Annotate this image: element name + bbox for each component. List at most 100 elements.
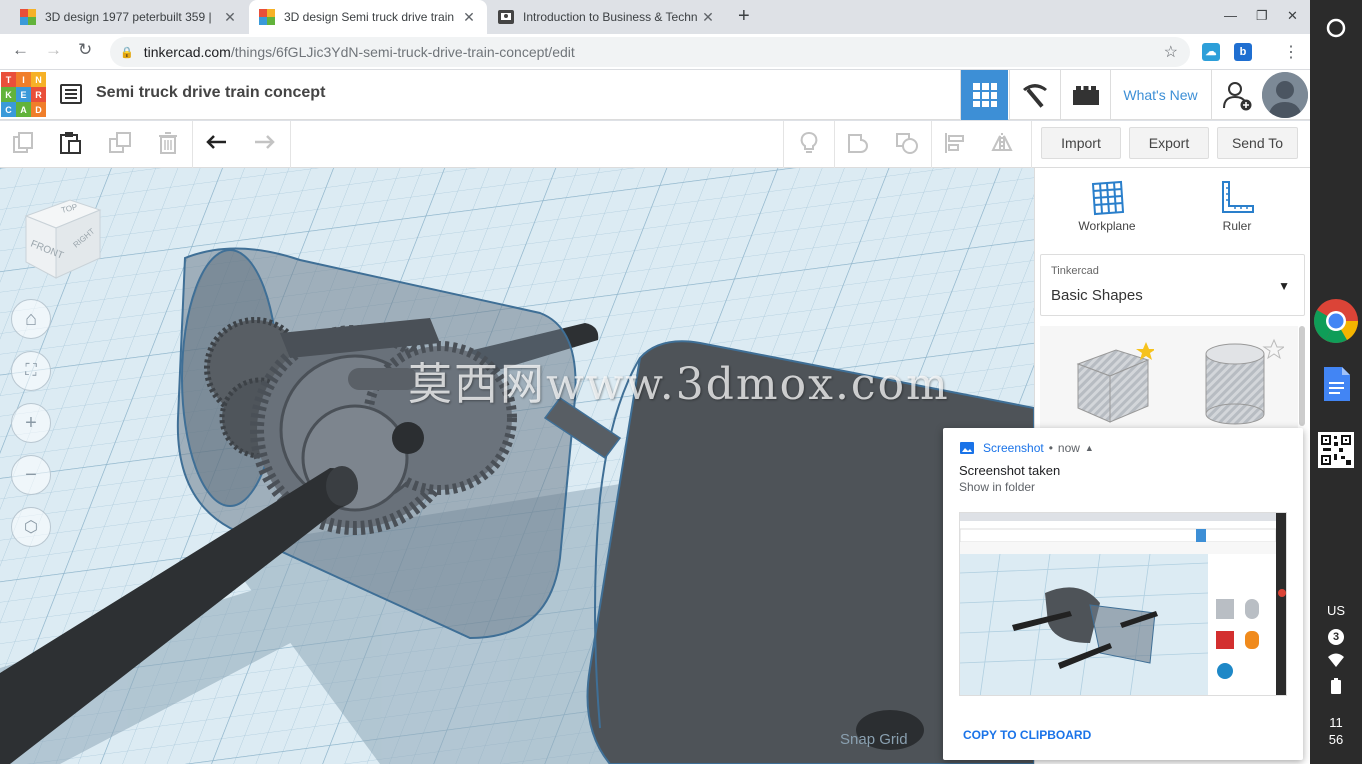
perspective-button[interactable]: ⬡	[11, 507, 51, 547]
extension-cloud-icon[interactable]: ☁	[1202, 43, 1220, 61]
library-source-label: Tinkercad	[1051, 265, 1099, 277]
lego-bricks-button[interactable]	[1060, 70, 1110, 120]
add-user-button[interactable]	[1211, 70, 1261, 120]
restore-icon[interactable]: ❐	[1256, 8, 1268, 24]
reload-icon[interactable]: ↻	[78, 40, 92, 60]
shape-cylinder[interactable]	[1198, 336, 1284, 428]
logo-letter: I	[16, 72, 31, 87]
clock-hour: 11	[1329, 715, 1343, 730]
watermark-text: 莫西网www.3dmox.com	[408, 359, 950, 410]
fit-view-button[interactable]: ⛶	[11, 351, 51, 391]
redo-icon[interactable]	[252, 131, 276, 155]
browser-menu-icon[interactable]: ⋮	[1283, 42, 1299, 62]
ungroup-icon[interactable]	[895, 131, 919, 155]
screenshot-notification[interactable]: Screenshot • now ▲ Screenshot taken Show…	[943, 428, 1303, 760]
whats-new-link[interactable]: What's New	[1110, 70, 1210, 120]
zoom-out-button[interactable]: −	[11, 455, 51, 495]
bookmark-star-icon[interactable]: ☆	[1164, 42, 1178, 62]
close-tab-icon[interactable]: ✕	[461, 9, 477, 26]
tinkercad-logo[interactable]: T I N K E R C A D	[1, 72, 46, 118]
cube-icon: ⬡	[24, 519, 38, 536]
forward-icon[interactable]: →	[45, 40, 62, 60]
shape-box[interactable]	[1070, 340, 1154, 430]
favorite-star-outline-icon[interactable]	[1262, 338, 1284, 360]
notification-count-badge[interactable]: 3	[1316, 628, 1356, 645]
address-bar-row: ← → ↻ 🔒 tinkercad.com /things/6fGLJic3Yd…	[0, 34, 1310, 70]
extension-b-icon[interactable]: b	[1234, 43, 1252, 61]
battery-icon[interactable]	[1316, 678, 1356, 697]
lightbulb-icon[interactable]	[797, 131, 821, 155]
workplane-viewport[interactable]: TOP FRONT RIGHT ⌂ ⛶ + − ⬡ 莫西网www.3dmox.c…	[0, 168, 1034, 764]
library-selected-value: Basic Shapes	[1051, 287, 1143, 304]
tab-strip: 3D design 1977 peterbuilt 359 | ✕ 3D des…	[0, 0, 1310, 34]
logo-letter: R	[31, 87, 46, 102]
profile-image	[1262, 72, 1308, 118]
design-title[interactable]: Semi truck drive train concept	[96, 84, 325, 102]
align-icon[interactable]	[943, 131, 967, 155]
toolbar-divider	[192, 121, 193, 168]
toolbar-divider	[834, 121, 835, 168]
close-tab-icon[interactable]: ✕	[700, 9, 716, 26]
show-in-folder-link[interactable]: Show in folder	[959, 480, 1035, 494]
scene-canvas[interactable]	[0, 168, 1034, 764]
toolbar-divider	[931, 121, 932, 168]
logo-letter: A	[16, 102, 31, 117]
export-button[interactable]: Export	[1129, 127, 1209, 159]
back-icon[interactable]: ←	[12, 40, 29, 60]
qr-code-app-icon[interactable]	[1318, 432, 1354, 468]
paste-icon[interactable]	[58, 131, 82, 155]
3d-view-grid-button[interactable]	[960, 70, 1008, 120]
clock-minute: 56	[1328, 732, 1344, 747]
ruler-tool[interactable]: Ruler	[1187, 180, 1287, 233]
copy-icon[interactable]	[11, 131, 35, 155]
screen: 3D design 1977 peterbuilt 359 | ✕ 3D des…	[0, 0, 1362, 764]
import-button[interactable]: Import	[1041, 127, 1121, 159]
toolbar-divider	[1031, 121, 1032, 168]
notification-app-name: Screenshot	[983, 441, 1044, 455]
workplane-tool[interactable]: Workplane	[1057, 180, 1157, 233]
view-cube[interactable]: TOP FRONT RIGHT	[22, 196, 104, 282]
new-tab-button[interactable]: +	[738, 5, 750, 28]
snap-grid-label: Snap Grid	[840, 731, 908, 748]
delete-icon[interactable]	[156, 131, 180, 155]
undo-icon[interactable]	[205, 131, 229, 155]
logo-letter: T	[1, 72, 16, 87]
home-icon: ⌂	[24, 307, 38, 330]
design-list-icon[interactable]	[60, 84, 82, 104]
minecraft-pickaxe-button[interactable]	[1009, 70, 1059, 120]
keyboard-layout-indicator[interactable]: US	[1316, 603, 1356, 618]
chevron-up-icon[interactable]: ▲	[1085, 443, 1094, 453]
browser-tab-3[interactable]: Introduction to Business & Techn ✕	[488, 0, 726, 34]
group-icon[interactable]	[846, 131, 870, 155]
classroom-favicon-icon	[498, 10, 514, 24]
plus-icon: +	[25, 411, 37, 434]
minimize-icon[interactable]: —	[1224, 8, 1237, 23]
edit-toolbar: Import Export Send To	[0, 121, 1310, 168]
close-tab-icon[interactable]: ✕	[222, 9, 238, 26]
send-to-button[interactable]: Send To	[1217, 127, 1298, 159]
tab-title: 3D design 1977 peterbuilt 359 |	[45, 10, 212, 24]
brick-icon	[1072, 86, 1099, 105]
home-view-button[interactable]: ⌂	[11, 299, 51, 339]
browser-tab-2[interactable]: 3D design Semi truck drive train ✕	[249, 0, 487, 34]
shape-library-dropdown[interactable]: Tinkercad Basic Shapes ▼	[1040, 254, 1305, 316]
workplane-icon	[1091, 180, 1125, 216]
clock[interactable]: 11 56	[1316, 714, 1356, 748]
duplicate-icon[interactable]	[108, 131, 132, 155]
chrome-app-icon[interactable]	[1312, 297, 1360, 345]
ruler-icon	[1222, 181, 1254, 213]
mirror-icon[interactable]	[990, 131, 1014, 155]
zoom-in-button[interactable]: +	[11, 403, 51, 443]
url-field[interactable]: 🔒 tinkercad.com /things/6fGLJic3YdN-semi…	[110, 37, 1190, 67]
copy-to-clipboard-button[interactable]: COPY TO CLIPBOARD	[963, 728, 1091, 742]
launcher-icon[interactable]	[1324, 16, 1348, 40]
browser-tab-1[interactable]: 3D design 1977 peterbuilt 359 | ✕	[10, 0, 248, 34]
logo-letter: C	[1, 102, 16, 117]
avatar[interactable]	[1262, 72, 1308, 118]
panel-scrollbar[interactable]	[1299, 326, 1305, 426]
screenshot-thumbnail[interactable]	[959, 512, 1287, 696]
logo-letter: D	[31, 102, 46, 117]
docs-app-icon[interactable]	[1318, 366, 1354, 402]
close-window-icon[interactable]: ✕	[1287, 8, 1298, 24]
wifi-icon[interactable]	[1316, 653, 1356, 670]
